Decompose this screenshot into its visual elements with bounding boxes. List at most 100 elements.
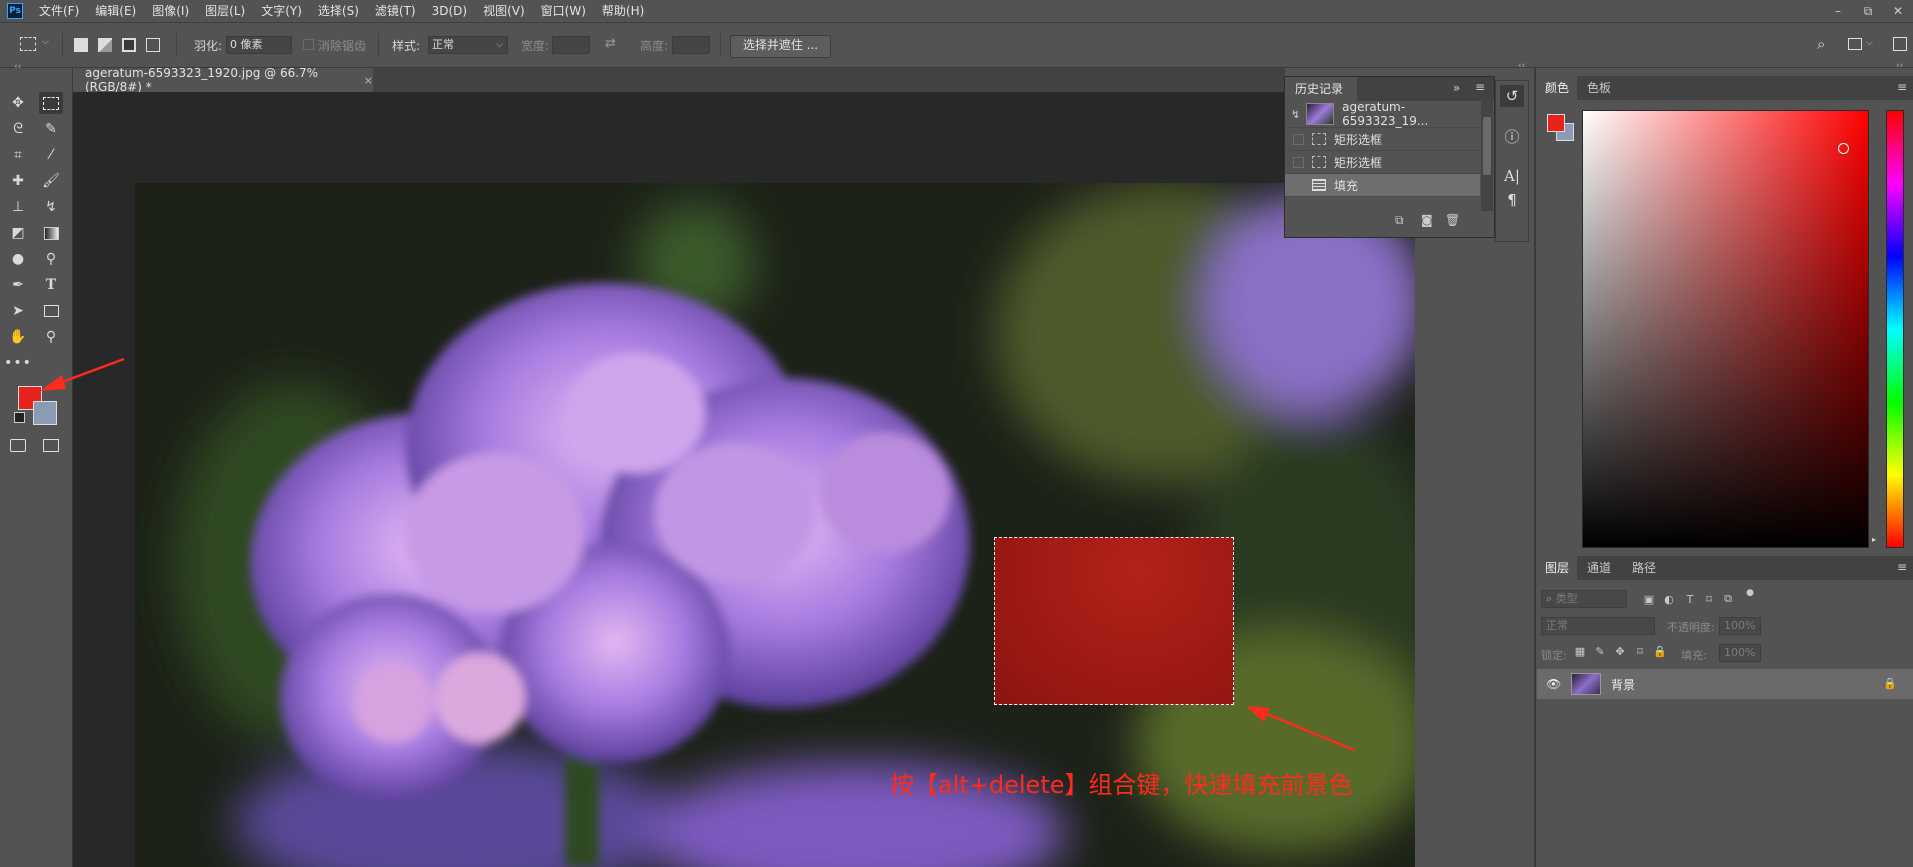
chevron-down-icon[interactable]: ⌵ (42, 37, 49, 47)
tab-color[interactable]: 颜色 (1537, 76, 1578, 100)
more-tools-icon[interactable]: ••• (4, 352, 31, 374)
collapse-arrows-icon[interactable]: ›› (1896, 61, 1903, 71)
width-input[interactable] (552, 36, 590, 54)
menu-select[interactable]: 选择(S) (310, 0, 367, 22)
crop-tool-icon[interactable]: ⌗ (6, 144, 30, 166)
history-step-checkbox[interactable] (1293, 133, 1304, 145)
quick-select-tool-icon[interactable]: ✎ (39, 118, 63, 140)
history-step-checkbox[interactable] (1293, 179, 1304, 191)
collapse-arrows-icon[interactable]: ‹‹ (1518, 61, 1525, 71)
rect-marquee-tool-icon[interactable] (39, 92, 63, 114)
hue-slider-handle-icon[interactable]: ▸ (1872, 535, 1876, 544)
lock-image-icon[interactable]: ✎ (1593, 644, 1607, 658)
menu-filter[interactable]: 滤镜(T) (367, 0, 424, 22)
history-step-selected[interactable]: 填充 (1285, 174, 1480, 197)
subtract-selection-icon[interactable] (122, 38, 136, 52)
blur-tool-icon[interactable]: ● (6, 248, 30, 270)
swap-dimensions-icon[interactable]: ⇄ (605, 36, 616, 51)
antialias-checkbox[interactable] (303, 39, 314, 50)
default-colors-icon[interactable] (14, 412, 25, 423)
menu-file[interactable]: 文件(F) (31, 0, 87, 22)
history-snapshot[interactable]: ↯ ageratum-6593323_19... (1285, 100, 1480, 128)
quick-mask-icon[interactable] (6, 434, 30, 456)
tab-channels[interactable]: 通道 (1579, 556, 1619, 580)
menu-edit[interactable]: 编辑(E) (87, 0, 144, 22)
new-selection-icon[interactable] (74, 38, 88, 52)
menu-3d[interactable]: 3D(D) (424, 0, 475, 22)
chevron-down-icon[interactable]: ⌵ (1866, 38, 1873, 48)
fill-input[interactable]: 100% (1719, 644, 1761, 662)
filled-selection[interactable] (994, 537, 1234, 705)
eraser-tool-icon[interactable]: ◩ (6, 222, 30, 244)
menu-type[interactable]: 文字(Y) (253, 0, 310, 22)
eyedropper-tool-icon[interactable]: ⁄ (39, 144, 63, 166)
tab-paths[interactable]: 路径 (1624, 556, 1664, 580)
tab-swatches[interactable]: 色板 (1579, 76, 1619, 100)
add-selection-icon[interactable] (98, 38, 112, 52)
history-brush-tool-icon[interactable]: ↯ (39, 196, 63, 218)
opacity-input[interactable]: 100% (1719, 617, 1761, 635)
filter-toggle-icon[interactable]: ● (1743, 586, 1757, 600)
menu-help[interactable]: 帮助(H) (594, 0, 652, 22)
select-and-mask-button[interactable]: 选择并遮住 ... (730, 35, 831, 58)
lock-transparent-icon[interactable]: ▦ (1573, 644, 1587, 658)
pen-tool-icon[interactable]: ✒ (6, 274, 30, 296)
lasso-tool-icon[interactable]: ᘓ (6, 118, 30, 140)
lock-icon[interactable]: 🔒 (1883, 677, 1897, 690)
history-scrollbar[interactable] (1481, 101, 1493, 211)
path-select-tool-icon[interactable]: ➤ (6, 300, 30, 322)
share-icon[interactable] (1893, 37, 1907, 51)
lock-all-icon[interactable]: 🔒 (1653, 644, 1667, 658)
filter-smart-object-icon[interactable]: ⧉ (1721, 592, 1735, 606)
panel-menu-icon[interactable]: ≡ (1475, 80, 1485, 94)
type-tool-icon[interactable]: T (39, 274, 63, 296)
close-icon[interactable]: × (364, 74, 373, 87)
new-document-from-state-icon[interactable]: ⧉ (1395, 213, 1404, 228)
filter-adjustment-icon[interactable]: ◐ (1662, 592, 1676, 606)
panel-menu-icon[interactable]: ≡ (1897, 80, 1907, 94)
trash-icon[interactable]: 🗑 (1445, 213, 1460, 227)
expand-panel-icon[interactable]: » (1453, 81, 1460, 95)
lock-position-icon[interactable]: ✥ (1613, 644, 1627, 658)
brush-tool-icon[interactable]: 🖌 (39, 170, 63, 192)
clone-stamp-tool-icon[interactable]: ⊥ (6, 196, 30, 218)
intersect-selection-icon[interactable] (146, 38, 160, 52)
scrollbar-thumb[interactable] (1483, 117, 1491, 175)
filter-type-icon[interactable]: T (1683, 592, 1697, 606)
document-tab[interactable]: ageratum-6593323_1920.jpg @ 66.7%(RGB/8#… (73, 66, 373, 94)
tab-layers[interactable]: 图层 (1537, 556, 1578, 580)
height-input[interactable] (672, 36, 710, 54)
history-brush-source-icon[interactable]: ↯ (1291, 108, 1300, 121)
history-step[interactable]: 矩形选框 (1285, 128, 1480, 151)
hue-slider[interactable] (1886, 110, 1904, 548)
layer-filter-select[interactable]: ⌕ 类型 (1541, 590, 1627, 608)
info-icon[interactable]: ⓘ (1500, 125, 1524, 147)
screen-mode-icon[interactable] (39, 434, 63, 456)
close-button[interactable]: ✕ (1883, 4, 1913, 18)
color-panel-foreground[interactable] (1547, 114, 1565, 132)
healing-brush-tool-icon[interactable]: ✚ (6, 170, 30, 192)
menu-view[interactable]: 视图(V) (475, 0, 533, 22)
blend-mode-select[interactable]: 正常 (1541, 617, 1655, 635)
workspace-icon[interactable] (1848, 38, 1862, 50)
gradient-tool-icon[interactable] (39, 222, 63, 244)
hand-tool-icon[interactable]: ✋ (6, 326, 30, 348)
history-tab[interactable]: 历史记录 (1285, 77, 1357, 101)
menu-window[interactable]: 窗口(W) (533, 0, 594, 22)
paragraph-icon[interactable]: ¶ (1500, 189, 1524, 211)
history-step-checkbox[interactable] (1293, 156, 1304, 168)
menu-layer[interactable]: 图层(L) (197, 0, 253, 22)
panel-menu-icon[interactable]: ≡ (1897, 560, 1907, 574)
style-select[interactable]: 正常 ⌵ (428, 36, 508, 54)
camera-icon[interactable]: ◙ (1421, 213, 1433, 227)
rectangle-tool-icon[interactable] (39, 300, 63, 322)
collapse-arrows-icon[interactable]: ‹‹ (14, 62, 21, 72)
dodge-tool-icon[interactable]: ⚲ (39, 248, 63, 270)
history-panel-icon[interactable]: ↺ (1500, 85, 1524, 107)
rect-marquee-preset-icon[interactable] (20, 37, 36, 51)
layer-row[interactable]: 👁 背景 🔒 (1537, 669, 1913, 699)
color-picker-field[interactable] (1582, 110, 1869, 548)
move-tool-icon[interactable]: ✥ (6, 92, 30, 114)
zoom-tool-icon[interactable]: ⚲ (39, 326, 63, 348)
search-icon[interactable]: ⌕ (1817, 35, 1825, 53)
